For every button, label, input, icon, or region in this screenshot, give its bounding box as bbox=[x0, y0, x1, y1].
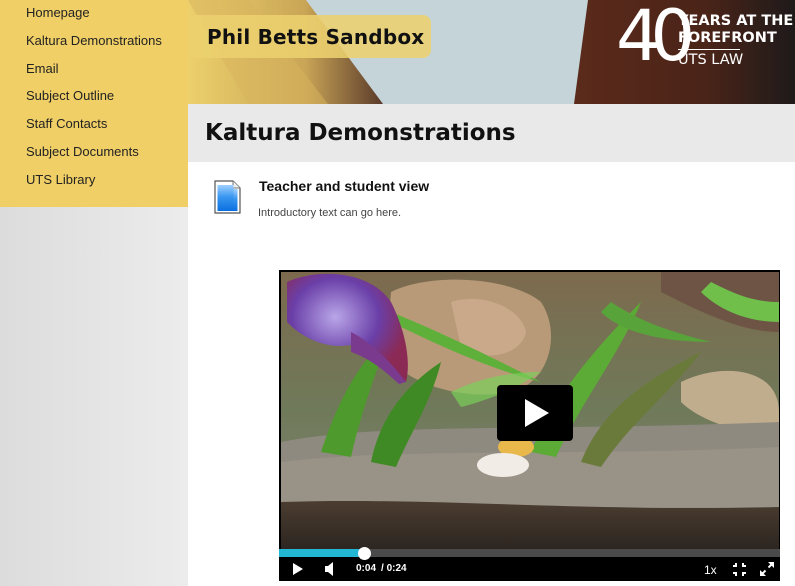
progress-fill bbox=[279, 549, 365, 557]
page: Homepage Kaltura Demonstrations Email Su… bbox=[0, 0, 795, 586]
sidebar-item-staff-contacts[interactable]: Staff Contacts bbox=[0, 115, 188, 143]
sidebar-item-kaltura-demonstrations[interactable]: Kaltura Demonstrations bbox=[0, 32, 188, 60]
item-description: Introductory text can go here. bbox=[258, 207, 402, 219]
sidebar-nav: Homepage Kaltura Demonstrations Email Su… bbox=[0, 0, 188, 207]
playback-speed-button[interactable]: 1x bbox=[704, 557, 717, 581]
item-title-link[interactable]: Teacher and student view bbox=[259, 178, 429, 194]
video-frame[interactable] bbox=[281, 272, 779, 550]
volume-icon[interactable] bbox=[325, 557, 335, 581]
sidebar-item-uts-library[interactable]: UTS Library bbox=[0, 171, 188, 199]
player-controls: 0:04 / 0:24 1x bbox=[279, 557, 780, 581]
sidebar-item-homepage[interactable]: Homepage bbox=[0, 4, 188, 32]
brand-divider bbox=[678, 49, 740, 50]
document-icon bbox=[214, 180, 241, 214]
sidebar-item-subject-documents[interactable]: Subject Documents bbox=[0, 143, 188, 171]
brand-tagline: YEARS AT THE FOREFRONT bbox=[678, 13, 793, 47]
video-player[interactable]: 0:04 / 0:24 1x bbox=[279, 270, 780, 581]
uts-law-logo: 40 YEARS AT THE FOREFRONT UTS LAW bbox=[588, 0, 795, 104]
brand-line-2: FOREFRONT bbox=[678, 30, 777, 46]
header-banner: Phil Betts Sandbox 40 YEARS AT THE FOREF… bbox=[188, 0, 795, 104]
time-display: 0:04 / 0:24 bbox=[356, 557, 407, 581]
progress-bar[interactable] bbox=[279, 547, 780, 560]
page-title-bar: Kaltura Demonstrations bbox=[188, 104, 795, 162]
site-title: Phil Betts Sandbox bbox=[207, 24, 425, 49]
brand-number: 40 bbox=[616, 0, 695, 77]
big-play-button[interactable] bbox=[497, 385, 573, 441]
play-icon[interactable] bbox=[293, 557, 303, 581]
brand-line-3: UTS LAW bbox=[678, 52, 744, 68]
page-title: Kaltura Demonstrations bbox=[205, 120, 516, 146]
sidebar-item-subject-outline[interactable]: Subject Outline bbox=[0, 87, 188, 115]
brand-line-1: YEARS AT THE bbox=[678, 13, 794, 29]
collapse-icon[interactable] bbox=[733, 557, 746, 581]
duration: / 0:24 bbox=[381, 563, 407, 574]
sidebar-item-email[interactable]: Email bbox=[0, 60, 188, 88]
expand-icon[interactable] bbox=[760, 557, 774, 581]
current-time: 0:04 bbox=[356, 563, 377, 574]
site-title-box[interactable]: Phil Betts Sandbox bbox=[188, 15, 431, 58]
